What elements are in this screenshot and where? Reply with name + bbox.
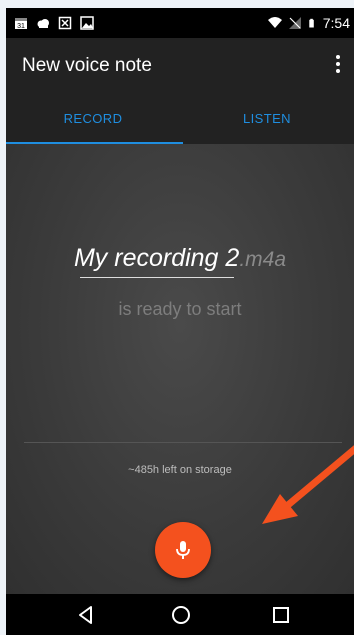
recents-icon[interactable] — [270, 604, 292, 626]
home-icon[interactable] — [170, 604, 192, 626]
divider — [24, 442, 342, 443]
record-panel: My recording 2.m4a is ready to start ~48… — [6, 144, 354, 594]
recording-name-field[interactable]: My recording 2 — [74, 244, 239, 272]
recording-filename: My recording 2.m4a — [6, 244, 354, 273]
system-icons: 7:54 — [267, 8, 350, 38]
tab-bar: RECORD LISTEN — [6, 96, 354, 144]
recording-status: is ready to start — [118, 299, 242, 319]
navigation-bar — [6, 594, 354, 635]
no-signal-icon — [288, 17, 301, 29]
arrow-icon — [262, 445, 354, 524]
gallery-icon — [80, 16, 94, 30]
status-bar: 31 7:54 — [6, 8, 354, 38]
page-title: New voice note — [22, 55, 152, 76]
cloud-icon — [37, 19, 49, 28]
microphone-icon — [176, 541, 190, 559]
wifi-icon — [267, 17, 282, 28]
phone-screen: 31 7:54 New voice note RECORD LISTEN My … — [6, 8, 354, 635]
tab-record[interactable]: RECORD — [6, 96, 180, 144]
more-vert-icon[interactable] — [330, 53, 346, 77]
app-bar: New voice note — [6, 38, 354, 96]
battery-icon — [309, 18, 314, 28]
name-field-underline — [80, 277, 234, 278]
recording-extension: .m4a — [239, 248, 287, 271]
clock: 7:54 — [322, 15, 350, 31]
tab-listen[interactable]: LISTEN — [180, 96, 354, 144]
record-button[interactable] — [155, 522, 211, 578]
notification-icons: 31 — [14, 8, 94, 38]
excel-icon — [58, 16, 72, 30]
back-icon[interactable] — [75, 604, 97, 626]
svg-text:31: 31 — [17, 23, 25, 30]
calendar-icon: 31 — [15, 18, 27, 30]
